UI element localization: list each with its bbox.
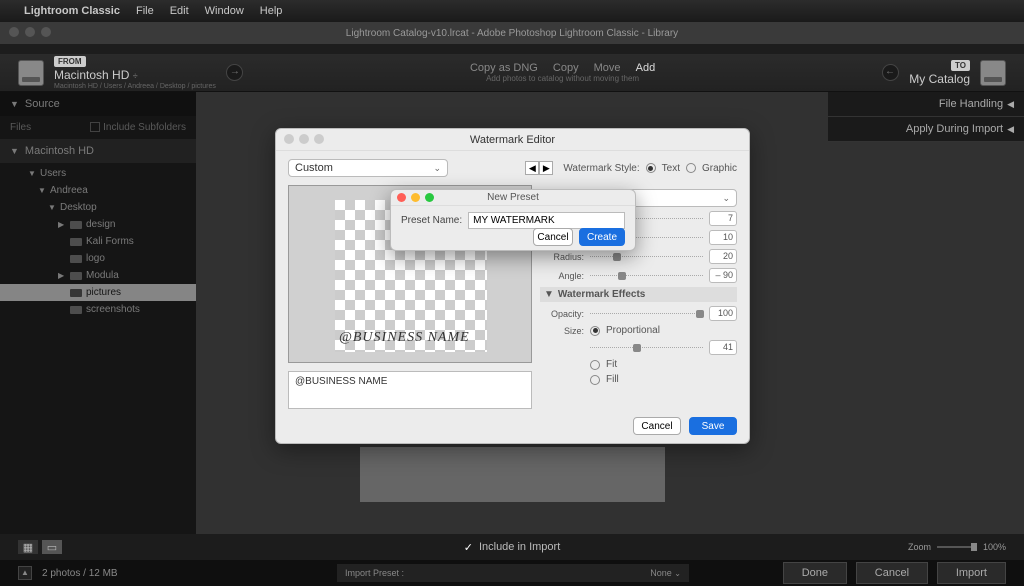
radio-fit[interactable] bbox=[590, 360, 600, 370]
to-badge: TO bbox=[951, 60, 970, 71]
source-disk[interactable]: Macintosh HD ÷ bbox=[54, 68, 216, 82]
menu-help[interactable]: Help bbox=[260, 5, 283, 17]
menu-edit[interactable]: Edit bbox=[170, 5, 189, 17]
watermark-sample-text: @BUSINESS NAME bbox=[339, 330, 470, 346]
dest-advance-icon[interactable] bbox=[882, 64, 899, 81]
source-advance-icon[interactable] bbox=[226, 64, 243, 81]
radio-proportional[interactable] bbox=[590, 326, 600, 336]
preset-name-input[interactable] bbox=[468, 212, 625, 229]
preset-create-button[interactable]: Create bbox=[579, 228, 625, 246]
size-slider[interactable] bbox=[590, 343, 703, 353]
menu-window[interactable]: Window bbox=[205, 5, 244, 17]
include-in-import[interactable]: Include in Import bbox=[479, 541, 560, 553]
action-subtitle: Add photos to catalog without moving the… bbox=[464, 74, 661, 83]
dest-catalog: My Catalog bbox=[909, 72, 970, 86]
done-button[interactable]: Done bbox=[783, 562, 847, 584]
import-topbar: FROM Macintosh HD ÷ Macintosh HD / Users… bbox=[0, 54, 1024, 92]
watermark-editor-dialog: Watermark Editor Custom⌄ ◀▶ Watermark St… bbox=[275, 128, 750, 444]
source-path: Macintosh HD / Users / Andreea / Desktop… bbox=[54, 83, 216, 90]
status-bar: ▲ 2 photos / 12 MB Import Preset : None … bbox=[0, 560, 1024, 586]
action-add[interactable]: Add bbox=[636, 62, 656, 74]
action-copy[interactable]: Copy bbox=[553, 62, 579, 74]
radio-text[interactable] bbox=[646, 163, 656, 173]
watermark-cancel-button[interactable]: Cancel bbox=[633, 417, 681, 435]
new-preset-title: New Preset bbox=[487, 192, 539, 203]
apply-during-import-panel[interactable]: Apply During Import◀ bbox=[828, 117, 1024, 142]
grid-view-icon[interactable]: ▦ bbox=[18, 540, 38, 554]
watermark-editor-title: Watermark Editor bbox=[470, 134, 555, 146]
opacity-slider[interactable] bbox=[590, 309, 703, 319]
import-preset-bar[interactable]: Import Preset : None ⌄ bbox=[337, 564, 689, 582]
angle-slider[interactable] bbox=[590, 271, 703, 281]
hdd-icon bbox=[18, 60, 44, 86]
macos-menubar: Lightroom Classic File Edit Window Help bbox=[0, 0, 1024, 22]
check-icon: ✓ bbox=[464, 541, 473, 554]
menu-app[interactable]: Lightroom Classic bbox=[24, 5, 120, 17]
watermark-text-input[interactable]: @BUSINESS NAME bbox=[288, 371, 532, 409]
watermark-effects-header[interactable]: ▼Watermark Effects bbox=[540, 287, 737, 302]
window-title: Lightroom Catalog-v10.lrcat - Adobe Phot… bbox=[346, 28, 678, 39]
catalog-icon bbox=[980, 60, 1006, 86]
action-move[interactable]: Move bbox=[594, 62, 621, 74]
window-titlebar: Lightroom Catalog-v10.lrcat - Adobe Phot… bbox=[0, 22, 1024, 44]
grid-toolbar: ▦ ▭ ✓Include in Import Zoom100% bbox=[0, 534, 1024, 560]
radio-fill[interactable] bbox=[590, 375, 600, 385]
expand-icon[interactable]: ▲ bbox=[18, 566, 32, 580]
loupe-view-icon[interactable]: ▭ bbox=[42, 540, 62, 554]
window-traffic-lights[interactable] bbox=[9, 27, 51, 37]
preset-name-label: Preset Name: bbox=[401, 215, 462, 226]
radio-graphic[interactable] bbox=[686, 163, 696, 173]
preset-dropdown[interactable]: Custom⌄ bbox=[288, 159, 448, 177]
cancel-button[interactable]: Cancel bbox=[856, 562, 928, 584]
watermark-style-label: Watermark Style: bbox=[563, 163, 639, 174]
thumbnail-strip bbox=[360, 447, 665, 502]
preview-nav[interactable]: ◀▶ bbox=[525, 161, 553, 175]
preset-cancel-button[interactable]: Cancel bbox=[533, 228, 573, 246]
file-handling-panel[interactable]: File Handling◀ bbox=[828, 92, 1024, 117]
action-copy-dng[interactable]: Copy as DNG bbox=[470, 62, 538, 74]
radius-slider[interactable] bbox=[590, 252, 703, 262]
new-preset-dialog: New Preset Preset Name: Cancel Create bbox=[390, 189, 636, 251]
watermark-save-button[interactable]: Save bbox=[689, 417, 737, 435]
zoom-slider[interactable] bbox=[937, 546, 977, 548]
from-badge: FROM bbox=[54, 56, 86, 67]
import-button[interactable]: Import bbox=[937, 562, 1006, 584]
photo-count: 2 photos / 12 MB bbox=[42, 568, 118, 579]
menu-file[interactable]: File bbox=[136, 5, 154, 17]
